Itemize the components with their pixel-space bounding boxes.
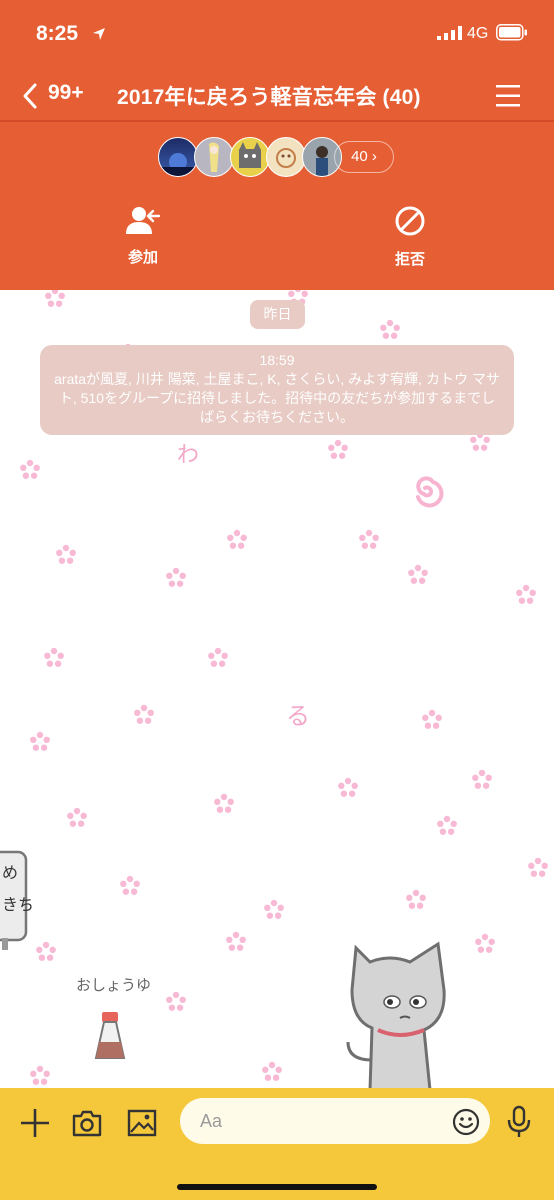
system-message-text: arataが風夏, 川井 陽菜, 土屋まこ, K, さくらい, みよす宥輝, カ… [54,371,500,425]
chevron-left-icon [23,83,37,109]
avatar[interactable] [266,137,306,177]
join-label: 参加 [127,249,158,266]
location-arrow-icon [93,28,105,40]
date-divider: 昨日 [250,300,305,329]
microphone-icon[interactable] [506,1105,532,1139]
sign-text-2: きち [2,895,34,914]
shoyu-label: おしょうゆ [76,976,151,994]
avatar-cat-icon [239,142,261,168]
shoyu-sticker: おしょうゆ [76,976,151,1059]
nav-bar: 99+ 2017年に戻ろう軽音忘年会 (40) [0,70,554,120]
sticker-letter-wa: わ [177,443,199,468]
avatar[interactable] [194,137,234,177]
add-friend-icon [126,207,161,234]
block-icon [395,206,425,236]
reject-button[interactable]: 拒否 [350,205,470,269]
chat-header: 8:25 4G 99+ 2017年に戻ろう軽音忘年会 (40) 40 › 参加 … [0,0,554,290]
avatar-illustration-icon [209,142,219,172]
emoji-icon[interactable] [452,1108,480,1136]
signal-icon [437,26,462,40]
system-message-time: 18:59 [259,352,295,368]
header-divider [0,120,554,122]
hamburger-icon [496,85,520,107]
reject-label: 拒否 [394,251,425,268]
sign-text-1: め [2,863,18,882]
avatar[interactable] [230,137,270,177]
battery-icon [496,24,527,41]
unread-count[interactable]: 99+ [48,81,84,105]
menu-button[interactable] [494,82,524,110]
sticker-letter-ru: る [286,702,310,730]
member-count-button[interactable]: 40 › [334,141,394,173]
avatar-night-photo-icon [159,153,197,176]
join-button[interactable]: 参加 [83,205,203,267]
swirl-sticker [416,476,444,508]
status-time: 8:25 [36,22,79,45]
network-type: 4G [467,25,489,42]
chat-area[interactable]: わ る め きち おしょうゆ 昨日 18:59 arataが風夏, 川井 陽菜, [0,290,554,1088]
gray-cat-sticker [346,941,446,1088]
status-bar: 8:25 4G [0,0,554,70]
avatar-drawing-icon [276,148,296,168]
system-message: 18:59 arataが風夏, 川井 陽菜, 土屋まこ, K, さくらい, みよ… [40,345,514,435]
plus-icon[interactable] [18,1106,52,1140]
home-indicator [177,1184,377,1190]
chat-title: 2017年に戻ろう軽音忘年会 (40) [117,86,421,109]
avatar[interactable] [158,137,198,177]
message-input[interactable] [180,1098,490,1144]
sign-sticker: め きち [0,850,34,950]
image-icon[interactable] [127,1108,157,1138]
camera-icon[interactable] [71,1108,103,1138]
